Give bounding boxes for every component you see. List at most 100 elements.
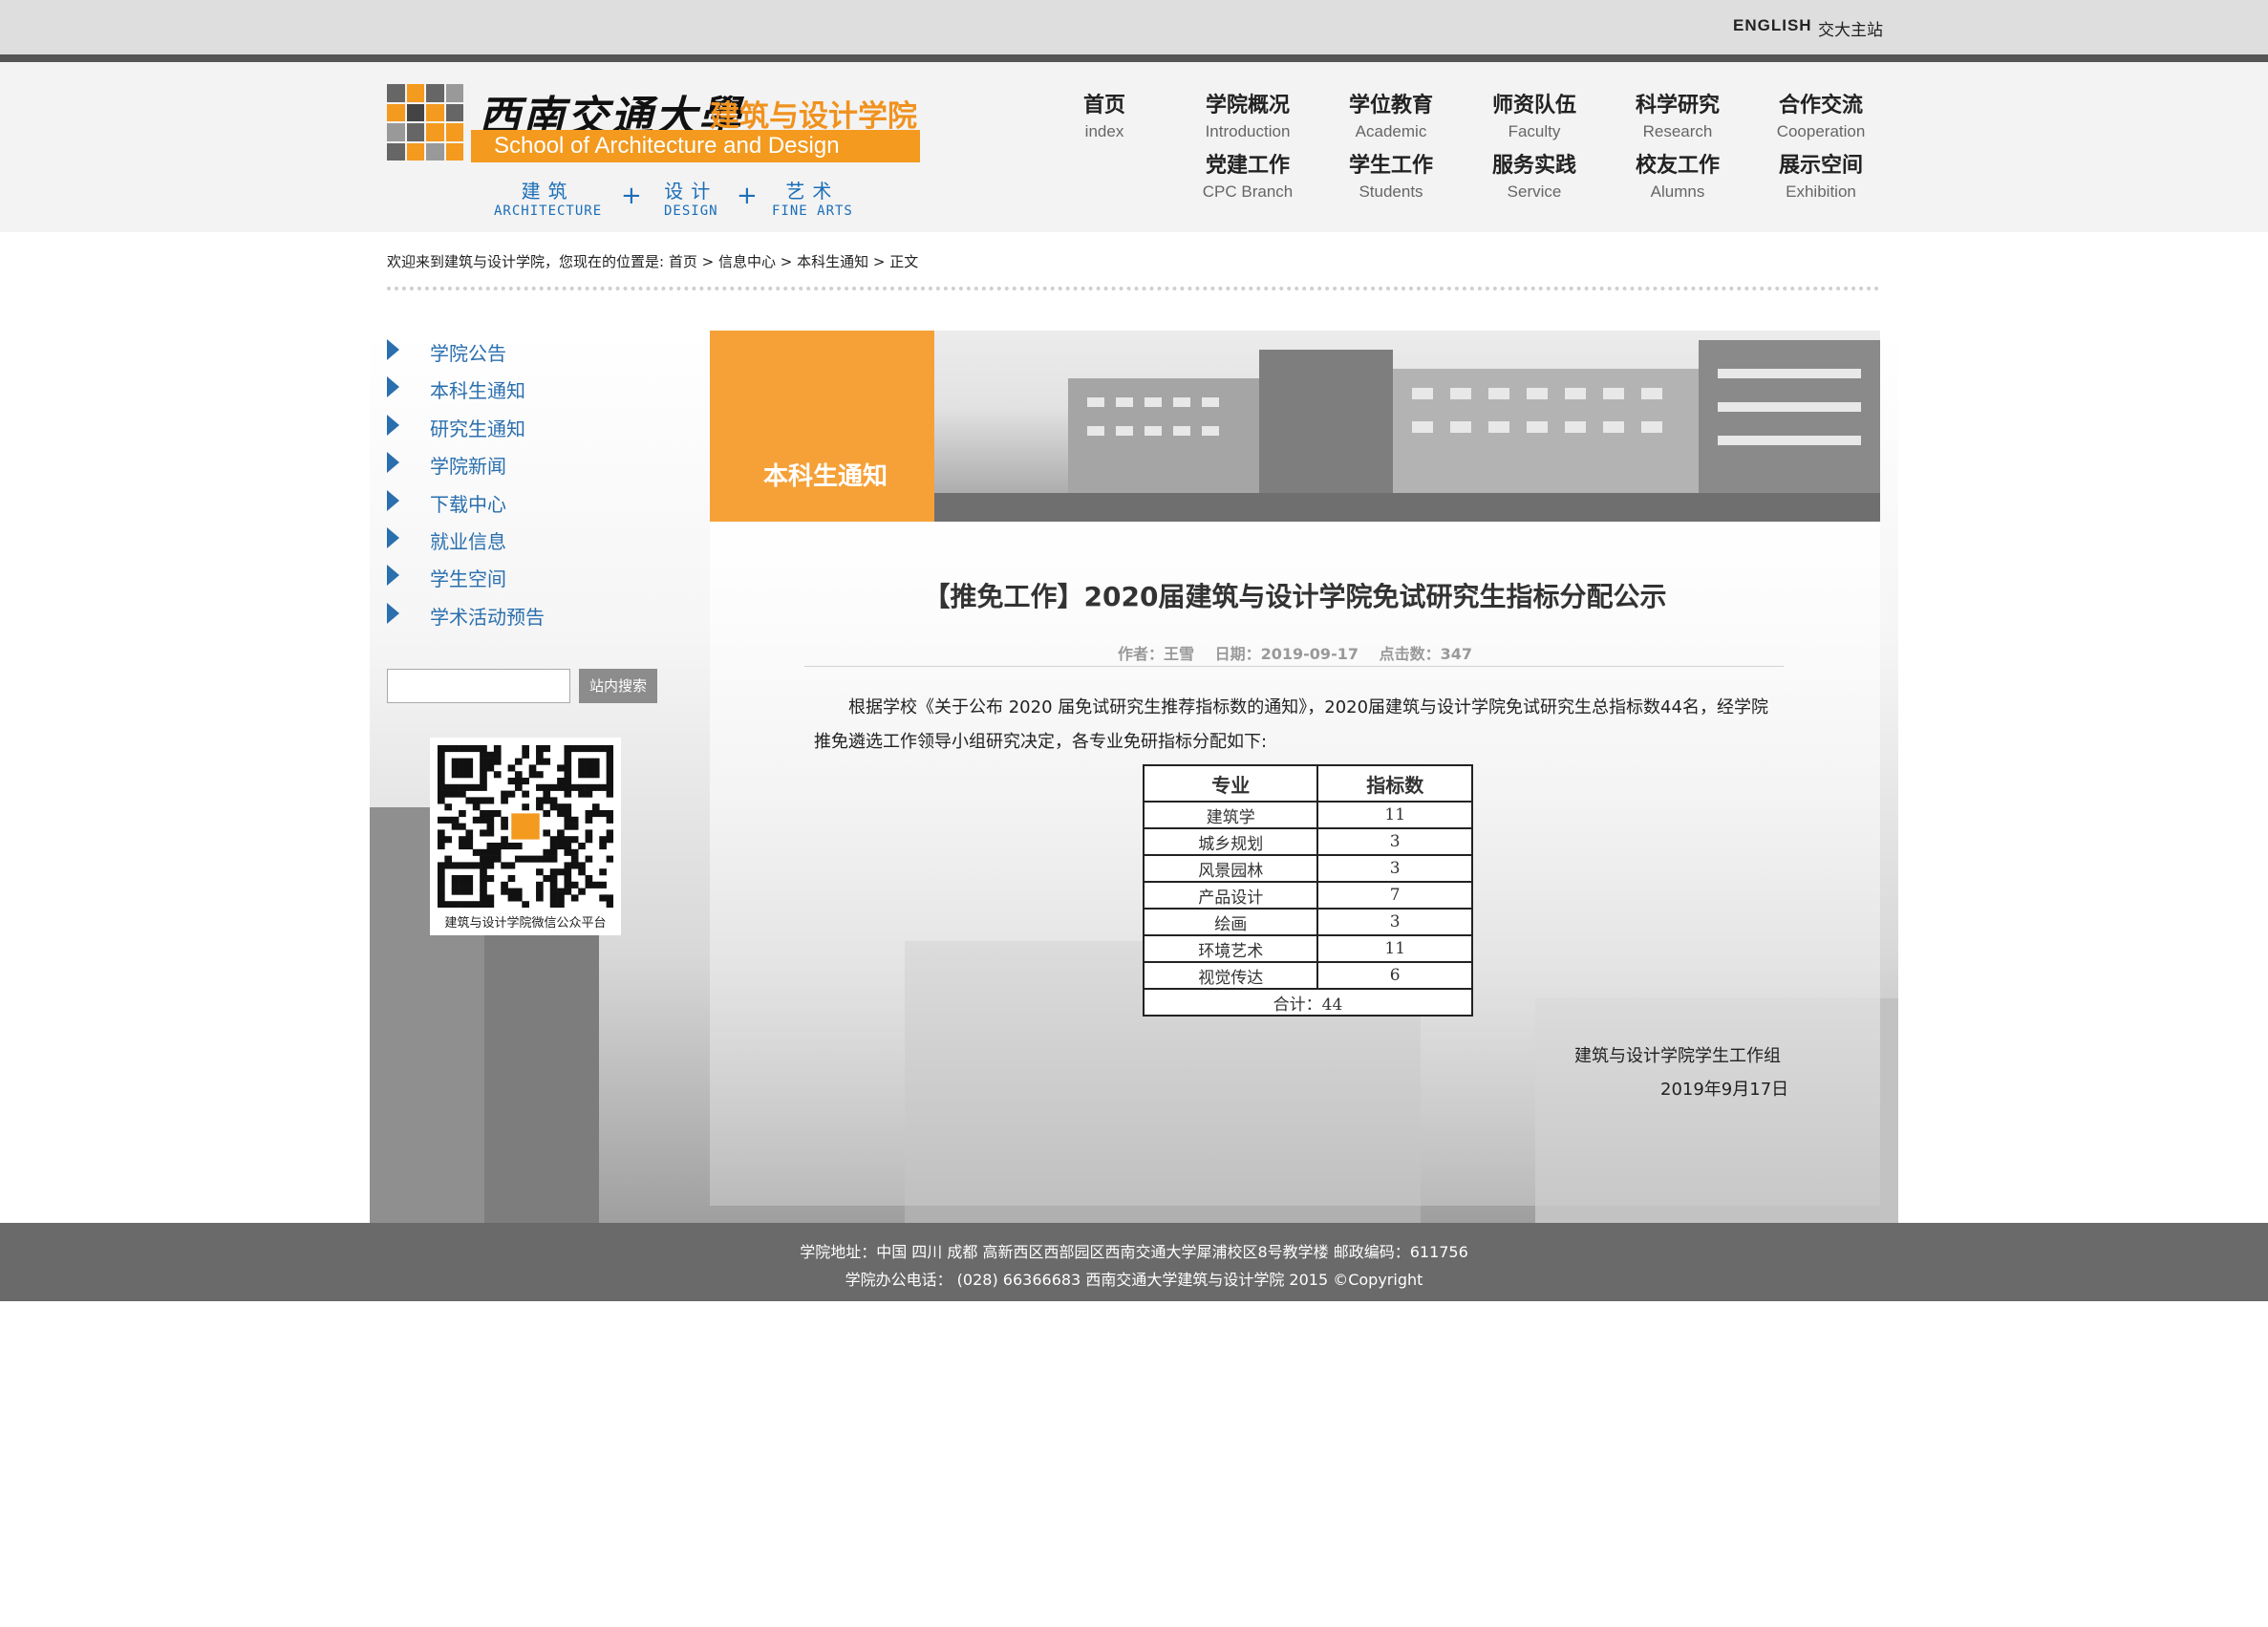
quota-cell: 11: [1316, 934, 1473, 963]
top-bar-divider: [0, 54, 2268, 62]
nav-label-cn: 科学研究: [1635, 94, 1720, 118]
sidebar-item-label: 就业信息: [430, 530, 506, 553]
article-clicks: 点击数：347: [1379, 645, 1472, 663]
breadcrumb-undergrad[interactable]: 本科生通知: [797, 253, 868, 270]
triangle-right-icon: [387, 602, 399, 624]
tagline-design: 设计 DESIGN: [664, 176, 718, 219]
nav-item[interactable]: 学院概况 Introduction: [1181, 88, 1315, 141]
sidebar-item-label: 下载中心: [430, 492, 506, 516]
nav-label-en: Students: [1359, 182, 1423, 201]
main-site-link[interactable]: 交大主站: [1818, 16, 1883, 40]
school-logo[interactable]: 西南交通大學 建筑与设计学院 School of Architecture an…: [387, 82, 922, 225]
major-cell: 环境艺术: [1142, 934, 1319, 963]
major-cell: 城乡规划: [1142, 827, 1319, 856]
banner-title: 本科生通知: [763, 462, 888, 491]
tagline-en: FINE ARTS: [772, 203, 853, 219]
breadcrumb-home[interactable]: 首页: [669, 253, 697, 270]
article-meta: 作者：王雪 日期：2019-09-17 点击数：347: [710, 641, 1880, 664]
nav-item[interactable]: 合作交流 Cooperation: [1754, 88, 1888, 141]
table-row: 环境艺术 11: [1142, 934, 1473, 963]
banner-building-photo: [934, 331, 1880, 522]
quota-cell: 3: [1316, 908, 1473, 936]
nav-label-en: Research: [1642, 122, 1713, 140]
nav-item[interactable]: 党建工作 CPC Branch: [1181, 148, 1315, 202]
nav-item[interactable]: 校友工作 Alumns: [1611, 148, 1744, 202]
dotted-divider: [387, 287, 1880, 290]
nav-item[interactable]: 学位教育 Academic: [1324, 88, 1458, 141]
nav-label-cn: 合作交流: [1778, 94, 1863, 118]
tagline-cn: 艺术: [785, 180, 840, 203]
table-row: 视觉传达 6: [1142, 961, 1473, 990]
school-name-en: School of Architecture and Design: [471, 130, 920, 162]
sidebar-item-label: 学院新闻: [430, 455, 506, 479]
tagline-cn: 建筑: [521, 180, 575, 203]
header-quota: 指标数: [1316, 764, 1473, 803]
table-total-row: 合计：44: [1143, 988, 1473, 1017]
quota-cell: 3: [1316, 854, 1473, 883]
tagline-cn: 设计: [664, 180, 718, 203]
quota-cell: 3: [1316, 827, 1473, 856]
breadcrumb: 欢迎来到建筑与设计学院，您现在的位置是: 首页 > 信息中心 > 本科生通知 >…: [387, 251, 918, 271]
triangle-right-icon: [387, 414, 399, 436]
article-signature: 建筑与设计学院学生工作组: [1574, 1046, 1781, 1066]
tagline-architecture: 建筑 ARCHITECTURE: [494, 176, 602, 219]
logo-grid-icon: [387, 84, 463, 161]
nav-label-en: Alumns: [1650, 182, 1705, 201]
table-row: 城乡规划 3: [1142, 827, 1473, 856]
nav-label-cn: 学生工作: [1348, 154, 1433, 178]
tagline-plus: +: [621, 182, 642, 210]
breadcrumb-prefix: 欢迎来到建筑与设计学院，您现在的位置是:: [387, 253, 669, 270]
qr-caption: 建筑与设计学院微信公众平台: [444, 916, 607, 931]
nav-label-cn: 学院概况: [1205, 94, 1290, 118]
english-link[interactable]: ENGLISH: [1733, 16, 1812, 35]
sidebar-item-label: 学生空间: [430, 567, 506, 591]
table-row: 风景园林 3: [1142, 854, 1473, 883]
major-cell: 产品设计: [1142, 881, 1319, 910]
nav-item[interactable]: 学生工作 Students: [1324, 148, 1458, 202]
nav-item[interactable]: 展示空间 Exhibition: [1754, 148, 1888, 202]
sidebar-item-label: 本科生通知: [430, 379, 525, 403]
triangle-right-icon: [387, 339, 399, 360]
major-cell: 绘画: [1142, 908, 1319, 936]
triangle-right-icon: [387, 376, 399, 398]
nav-label-cn: 师资队伍: [1491, 94, 1576, 118]
site-search-input[interactable]: [387, 669, 570, 703]
triangle-right-icon: [387, 527, 399, 548]
banner-label-block: 本科生通知: [710, 331, 934, 522]
table-row: 产品设计 7: [1142, 881, 1473, 910]
table-row: 建筑学 11: [1142, 801, 1473, 829]
nav-label-en: Introduction: [1205, 122, 1291, 140]
triangle-right-icon: [387, 489, 399, 511]
nav-label-en: Service: [1507, 182, 1562, 201]
nav-item[interactable]: 服务实践 Service: [1467, 148, 1601, 202]
tagline-en: DESIGN: [664, 203, 718, 219]
top-bar: [0, 0, 2268, 54]
qr-code-icon: [438, 745, 613, 908]
nav-label-en: CPC Branch: [1202, 182, 1294, 201]
nav-item[interactable]: 科学研究 Research: [1611, 88, 1744, 141]
footer-address: 学院地址：中国 四川 成都 高新西区西部园区西南交通大学犀浦校区8号教学楼 邮政…: [800, 1243, 1468, 1261]
sidebar-item-label: 研究生通知: [430, 417, 525, 440]
article-paragraph: 根据学校《关于公布 2020 届免试研究生推荐指标数的通知》，2020届建筑与设…: [814, 697, 1768, 752]
footer: 学院地址：中国 四川 成都 高新西区西部园区西南交通大学犀浦校区8号教学楼 邮政…: [0, 1223, 2268, 1301]
school-name-cn: 建筑与设计学院: [710, 99, 917, 134]
table-header-row: 专业 指标数: [1142, 764, 1473, 803]
breadcrumb-current: 正文: [889, 253, 919, 270]
sidebar-item-label: 学术活动预告: [430, 605, 545, 629]
nav-label-cn: 展示空间: [1778, 154, 1863, 178]
triangle-right-icon: [387, 452, 399, 474]
nav-item[interactable]: 师资队伍 Faculty: [1467, 88, 1601, 141]
triangle-right-icon: [387, 565, 399, 587]
breadcrumb-info-center[interactable]: 信息中心: [718, 253, 776, 270]
major-cell: 视觉传达: [1142, 961, 1319, 990]
tagline-en: ARCHITECTURE: [494, 203, 603, 219]
quota-cell: 6: [1316, 961, 1473, 990]
nav-label-en: index: [1084, 122, 1124, 140]
nav-label-cn: 党建工作: [1205, 154, 1290, 178]
nav-label-en: Faculty: [1508, 122, 1561, 140]
nav-item[interactable]: 首页 index: [1038, 88, 1171, 141]
major-cell: 建筑学: [1142, 801, 1319, 829]
site-search-button[interactable]: 站内搜索: [579, 669, 657, 703]
nav-label-cn: 服务实践: [1491, 154, 1576, 178]
article-divider: [804, 666, 1784, 667]
